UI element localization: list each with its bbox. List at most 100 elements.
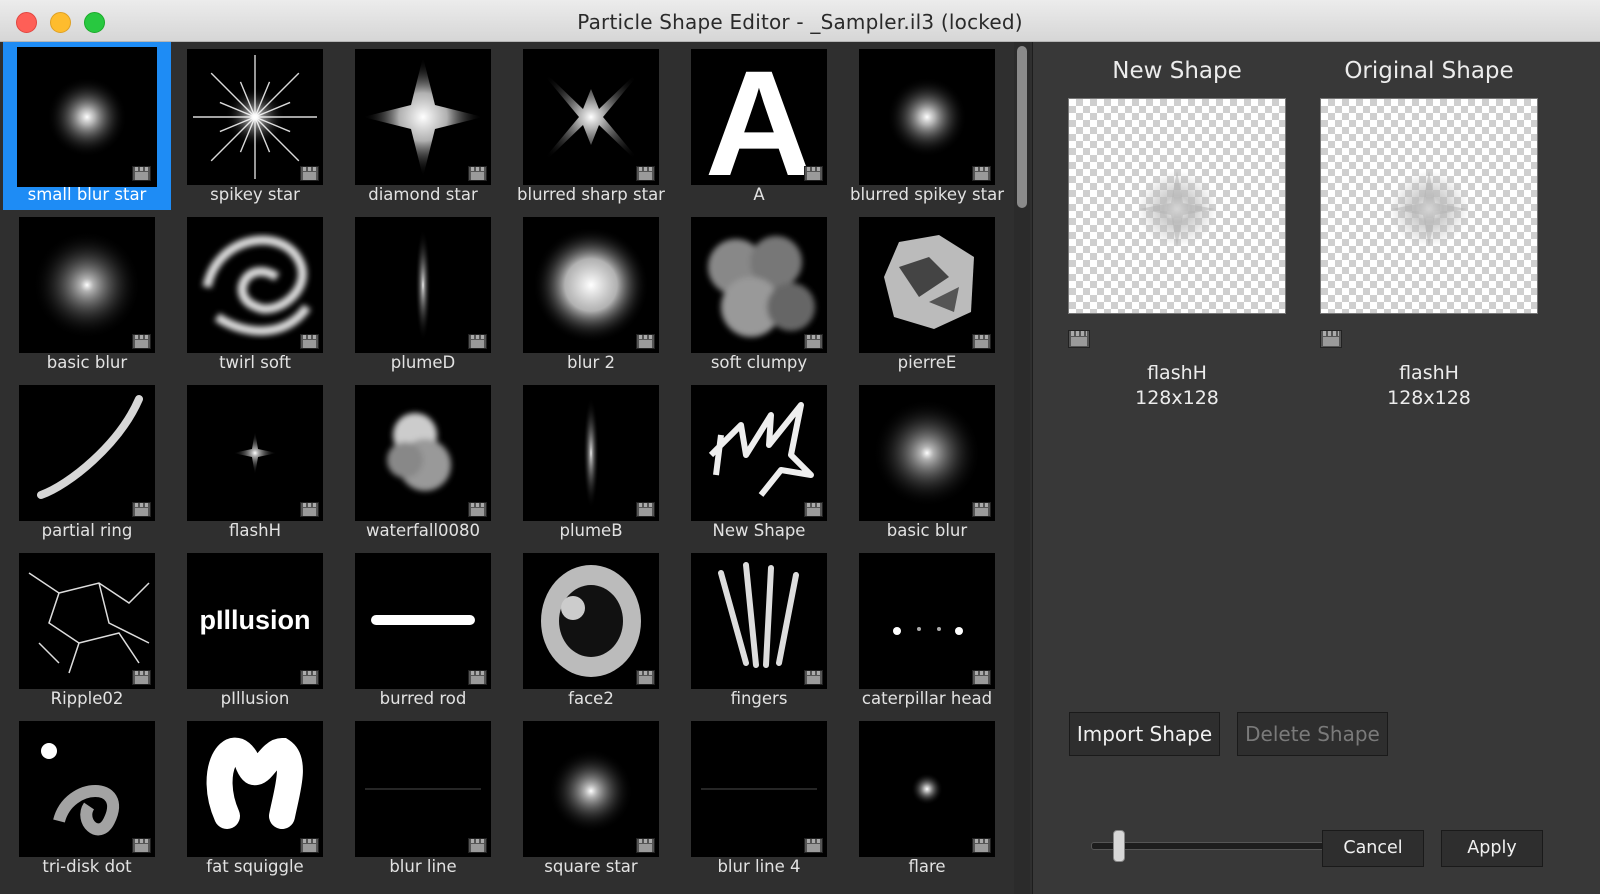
shape-thumbnail bbox=[355, 721, 491, 857]
shape-grid-scrollbar[interactable] bbox=[1014, 42, 1030, 894]
shape-thumbnail bbox=[859, 217, 995, 353]
shape-label: small blur star bbox=[27, 185, 147, 204]
shape-thumbnail bbox=[859, 385, 995, 521]
shape-tile[interactable]: flashH bbox=[171, 378, 339, 546]
shape-type-icon bbox=[636, 502, 655, 517]
shape-type-icon bbox=[636, 166, 655, 181]
shape-label: flare bbox=[908, 857, 946, 876]
original-shape-preview bbox=[1320, 98, 1538, 314]
shape-tile[interactable]: plumeB bbox=[507, 378, 675, 546]
shape-thumbnail bbox=[355, 553, 491, 689]
shape-type-icon bbox=[972, 502, 991, 517]
shape-label: square star bbox=[544, 857, 638, 876]
shape-thumbnail-image: pIllusion bbox=[200, 605, 311, 635]
apply-button[interactable]: Apply bbox=[1441, 830, 1543, 867]
title-bar: Particle Shape Editor - _Sampler.il3 (lo… bbox=[0, 0, 1600, 42]
shape-tile[interactable]: basic blur bbox=[3, 210, 171, 378]
new-shape-flash-image bbox=[1137, 171, 1217, 247]
preview-slider-track[interactable] bbox=[1091, 842, 1328, 850]
shape-label: pIllusion bbox=[220, 689, 290, 708]
shape-type-icon bbox=[300, 838, 319, 853]
shape-tile[interactable]: burred rod bbox=[339, 546, 507, 714]
cancel-button[interactable]: Cancel bbox=[1322, 830, 1424, 867]
shape-tile[interactable]: diamond star bbox=[339, 42, 507, 210]
shape-tile[interactable]: Ripple02 bbox=[3, 546, 171, 714]
shape-thumbnail-image bbox=[583, 397, 599, 509]
shape-tile[interactable]: blurred spikey star bbox=[843, 42, 1011, 210]
shape-type-icon bbox=[132, 502, 151, 517]
shape-thumbnail bbox=[355, 49, 491, 185]
window-title: Particle Shape Editor - _Sampler.il3 (lo… bbox=[577, 10, 1023, 34]
shape-tile[interactable]: pierreE bbox=[843, 210, 1011, 378]
shape-tile[interactable]: spikey star bbox=[171, 42, 339, 210]
shape-tile[interactable]: basic blur bbox=[843, 378, 1011, 546]
shape-thumbnail bbox=[523, 49, 659, 185]
shape-thumbnail bbox=[859, 553, 995, 689]
shape-label: burred rod bbox=[379, 689, 467, 708]
shape-label: New Shape bbox=[712, 521, 806, 540]
shape-type-icon bbox=[972, 334, 991, 349]
delete-shape-button[interactable]: Delete Shape bbox=[1237, 712, 1388, 756]
shape-thumbnail-image bbox=[887, 77, 967, 157]
shape-tile[interactable]: partial ring bbox=[3, 378, 171, 546]
shape-type-icon bbox=[804, 502, 823, 517]
shape-thumbnail-image bbox=[415, 229, 431, 341]
shape-detail-panel: New Shape flashH 128x128 Original Shape bbox=[1032, 42, 1600, 894]
shape-tile[interactable]: caterpillar head bbox=[843, 546, 1011, 714]
shape-tile[interactable]: twirl soft bbox=[171, 210, 339, 378]
shape-thumbnail-image bbox=[884, 235, 974, 329]
shape-tile[interactable]: AA bbox=[675, 42, 843, 210]
shape-thumbnail-image bbox=[233, 431, 277, 475]
shape-thumbnail-image bbox=[387, 413, 451, 491]
shape-type-icon bbox=[636, 334, 655, 349]
shape-thumbnail bbox=[691, 721, 827, 857]
shape-thumbnail bbox=[187, 385, 323, 521]
shape-tile[interactable]: waterfall0080 bbox=[339, 378, 507, 546]
shape-tile[interactable]: fingers bbox=[675, 546, 843, 714]
shape-tile[interactable]: square star bbox=[507, 714, 675, 882]
shape-type-icon bbox=[132, 670, 151, 685]
shape-thumbnail-image bbox=[701, 788, 817, 790]
shape-type-icon bbox=[468, 670, 487, 685]
shape-type-icon bbox=[636, 670, 655, 685]
shape-label: face2 bbox=[568, 689, 614, 708]
shape-tile[interactable]: blur 2 bbox=[507, 210, 675, 378]
shape-label: blur line bbox=[389, 857, 457, 876]
shape-tile[interactable]: blur line bbox=[339, 714, 507, 882]
shape-label: plumeB bbox=[559, 521, 623, 540]
new-shape-preview bbox=[1068, 98, 1286, 314]
shape-library-panel: small blur star spikey star diamond star bl… bbox=[0, 42, 1032, 894]
shape-tile[interactable]: small blur star bbox=[3, 42, 171, 210]
shape-label: diamond star bbox=[368, 185, 478, 204]
original-shape-title: Original Shape bbox=[1344, 58, 1514, 84]
shape-label: basic blur bbox=[46, 353, 128, 372]
shape-label: partial ring bbox=[41, 521, 133, 540]
shape-label: waterfall0080 bbox=[365, 521, 481, 540]
scrollbar-thumb[interactable] bbox=[1017, 46, 1027, 208]
shape-thumbnail-image bbox=[708, 402, 814, 497]
shape-label: fingers bbox=[730, 689, 788, 708]
shape-type-icon bbox=[468, 334, 487, 349]
import-shape-button[interactable]: Import Shape bbox=[1069, 712, 1220, 756]
shape-thumbnail bbox=[19, 553, 155, 689]
shape-thumbnail-image bbox=[708, 236, 815, 337]
shape-tile[interactable]: fat squiggle bbox=[171, 714, 339, 882]
shape-tile[interactable]: blurred sharp star bbox=[507, 42, 675, 210]
shape-type-icon bbox=[468, 502, 487, 517]
shape-tile[interactable]: pIllusion pIllusion bbox=[171, 546, 339, 714]
new-shape-type-icon bbox=[1068, 330, 1090, 348]
shape-tile[interactable]: plumeD bbox=[339, 210, 507, 378]
shape-label: soft clumpy bbox=[710, 353, 808, 372]
shape-tile[interactable]: tri-disk dot bbox=[3, 714, 171, 882]
shape-thumbnail-image bbox=[47, 77, 127, 157]
shape-thumbnail-image bbox=[529, 57, 653, 177]
shape-thumbnail bbox=[691, 553, 827, 689]
shape-thumbnail bbox=[523, 385, 659, 521]
preview-slider-knob[interactable] bbox=[1113, 830, 1125, 862]
shape-tile[interactable]: blur line 4 bbox=[675, 714, 843, 882]
shape-tile[interactable]: face2 bbox=[507, 546, 675, 714]
shape-tile[interactable]: flare bbox=[843, 714, 1011, 882]
shape-type-icon bbox=[636, 838, 655, 853]
shape-tile[interactable]: New Shape bbox=[675, 378, 843, 546]
shape-tile[interactable]: soft clumpy bbox=[675, 210, 843, 378]
